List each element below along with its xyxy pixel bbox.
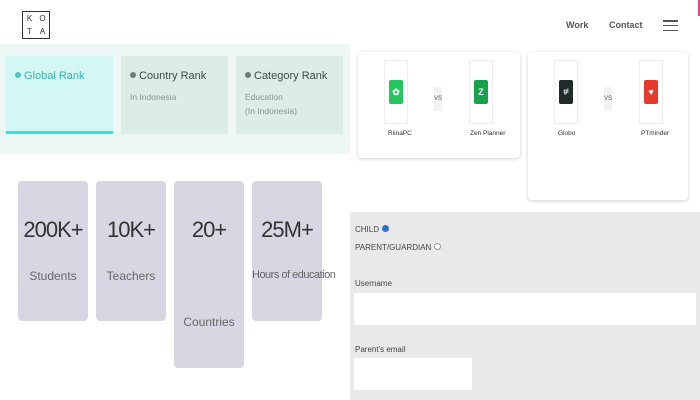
global-rank-tab[interactable]: Global Rank xyxy=(6,56,113,134)
globe-icon xyxy=(130,72,136,78)
username-input[interactable] xyxy=(354,293,696,325)
logo-letter: A xyxy=(39,27,46,36)
app-name: Globo xyxy=(558,130,576,137)
zen-planner-app-icon: Z xyxy=(474,80,488,104)
nav-contact-link[interactable]: Contact xyxy=(609,20,643,30)
signup-form: CHILD PARENT/GUARDIAN Username Parent's … xyxy=(350,212,700,400)
vs-badge: VS xyxy=(604,87,612,111)
logo-letter: O xyxy=(39,14,46,23)
role-option-parent[interactable]: PARENT/GUARDIAN xyxy=(355,243,442,252)
rank-subtitle: (In Indonesia) xyxy=(245,106,297,116)
stat-label: Teachers xyxy=(106,269,156,283)
stat-value: 20+ xyxy=(191,217,227,242)
riinapc-app-tile[interactable]: ✿ xyxy=(384,60,408,124)
stat-card-hours: 25M+ Hours of education xyxy=(252,181,336,321)
radio-label: PARENT/GUARDIAN xyxy=(355,243,432,252)
rank-title: Category Rank xyxy=(254,70,328,82)
stat-value: 25M+ xyxy=(261,217,314,242)
vs-badge: VS xyxy=(434,87,442,111)
rank-title: Country Rank xyxy=(139,70,207,82)
globo-app-tile[interactable]: gl xyxy=(554,60,578,124)
category-rank-tab[interactable]: Category Rank Education (In Indonesia) xyxy=(236,56,343,134)
nav-work-link[interactable]: Work xyxy=(566,20,588,30)
hamburger-menu-icon[interactable] xyxy=(663,20,678,31)
stat-value: 10K+ xyxy=(107,217,156,242)
stat-card-students: 200K+ Students xyxy=(18,181,88,321)
radio-button[interactable] xyxy=(434,243,442,250)
zen-planner-app-tile[interactable]: Z xyxy=(469,60,493,124)
globe-icon xyxy=(15,72,21,78)
app-name: PTminder xyxy=(641,130,670,137)
username-label: Username xyxy=(355,279,392,288)
rank-panel: Global Rank Country Rank In Indonesia Ca… xyxy=(0,44,350,154)
radio-button[interactable] xyxy=(382,225,390,232)
site-header: K O T A Work Contact xyxy=(0,0,700,50)
comparison-card[interactable]: gl VS ♥ Globo PTminder xyxy=(528,52,688,200)
rank-title: Global Rank xyxy=(24,70,85,82)
stat-label: Countries xyxy=(183,315,235,329)
app-name: Zen Planner xyxy=(470,130,506,137)
comparison-card[interactable]: ✿ VS Z RiinaPC Zen Planner xyxy=(358,52,520,158)
parent-email-input[interactable] xyxy=(354,358,472,390)
stat-label: Students xyxy=(29,269,77,283)
ptminder-app-icon: ♥ xyxy=(644,80,658,104)
riinapc-app-icon: ✿ xyxy=(389,80,403,104)
globe-icon xyxy=(245,72,251,78)
globo-app-icon: gl xyxy=(559,80,573,104)
rank-subtitle: Education xyxy=(245,92,283,102)
stat-value: 200K+ xyxy=(23,217,83,242)
stat-label: Hours of education xyxy=(252,269,336,281)
logo-letter: K xyxy=(26,14,33,23)
country-rank-tab[interactable]: Country Rank In Indonesia xyxy=(121,56,228,134)
stat-card-teachers: 10K+ Teachers xyxy=(96,181,166,321)
logo-letter: T xyxy=(27,27,32,36)
rank-subtitle: In Indonesia xyxy=(130,92,177,102)
stat-card-countries: 20+ Countries xyxy=(174,181,244,368)
app-name: RiinaPC xyxy=(388,130,412,137)
role-option-child[interactable]: CHILD xyxy=(355,225,390,234)
radio-label: CHILD xyxy=(355,225,380,234)
ptminder-app-tile[interactable]: ♥ xyxy=(639,60,663,124)
parent-email-label: Parent's email xyxy=(355,345,406,354)
kota-logo[interactable]: K O T A xyxy=(22,11,50,39)
